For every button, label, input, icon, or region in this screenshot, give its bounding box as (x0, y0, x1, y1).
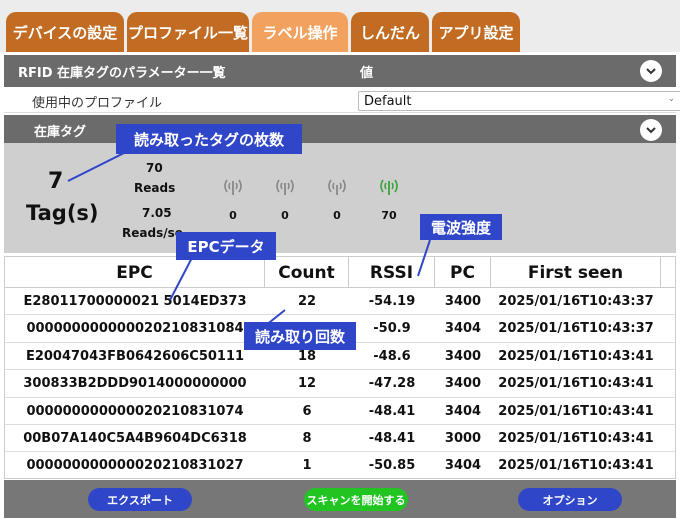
cell-epc: 00B07A140C5A4B9604DC6318 (23, 431, 247, 446)
reads-rate-label: Reads/se (122, 226, 183, 240)
tag-count: 7 (48, 169, 64, 194)
cell-rssi: -50.85 (368, 458, 416, 474)
params-header: RFID 在庫タグのパラメーター一覧 値 (4, 55, 676, 87)
footer-bar: エクスポート スキャンを開始する オプション (4, 480, 676, 518)
cell-epc: 000000000000020210831084 (26, 321, 244, 337)
column-header-count[interactable]: Count (265, 257, 349, 288)
cell-first-seen: 2025/01/16T10:43:41 (498, 458, 654, 474)
params-collapse-button[interactable] (640, 60, 662, 82)
cell-first-seen: 2025/01/16T10:43:37 (498, 294, 654, 309)
options-button[interactable]: オプション (518, 488, 622, 511)
inventory-title: 在庫タグ (34, 124, 87, 140)
cell-pc: 3000 (444, 431, 482, 446)
tab-diagnosis[interactable]: しんだん (351, 12, 429, 52)
chevron-down-icon (646, 127, 656, 134)
cell-epc: 000000000000020210831027 (26, 458, 244, 474)
inventory-collapse-button[interactable] (640, 119, 662, 141)
cell-count: 6 (302, 403, 312, 419)
cell-epc: E28011700000021 5014ED373 (23, 294, 247, 309)
table-row[interactable]: 000000000000020210831074 6 -48.41 3404 2025/… (5, 398, 675, 425)
tab-bar: デバイスの設定 プロファイル一覧 ラベル操作 しんだん アプリ設定 (0, 0, 680, 52)
profile-row: 使用中のプロファイル Default ⌄ (4, 89, 680, 113)
cell-first-seen: 2025/01/16T10:43:41 (498, 403, 654, 419)
cell-epc: E20047043FB0642606C50111 (25, 348, 245, 364)
signal-medium-icon (328, 179, 346, 195)
cell-count: 8 (302, 431, 312, 446)
params-title: RFID 在庫タグのパラメーター一覧 (18, 65, 226, 81)
profile-select-value: Default (364, 93, 412, 109)
signal-low-icon (276, 179, 294, 195)
tab-app-settings[interactable]: アプリ設定 (432, 12, 520, 52)
cell-first-seen: 2025/01/16T10:43:41 (498, 376, 654, 392)
tab-profile-list[interactable]: プロファイル一覧 (127, 12, 249, 52)
column-header-rssi[interactable]: RSSI (349, 257, 435, 288)
cell-pc: 3400 (444, 348, 482, 364)
column-header-epc[interactable]: EPC (5, 257, 265, 288)
signal-weak-icon (224, 179, 242, 195)
reads-count: 70 (146, 161, 163, 175)
cell-pc: 3404 (444, 458, 482, 474)
profile-select[interactable]: Default ⌄ (358, 91, 680, 111)
tag-table: EPC Count RSSI PC First seen E2801170000… (4, 256, 676, 479)
cell-first-seen: 2025/01/16T10:43:41 (498, 348, 654, 364)
column-header-pc[interactable]: PC (435, 257, 491, 288)
cell-pc: 3404 (444, 321, 482, 337)
cell-pc: 3400 (444, 294, 482, 309)
column-header-first-seen[interactable]: First seen (491, 257, 661, 288)
inventory-stats: 7 Tag(s) 70 Reads 7.05 Reads/se 0 0 0 70 (4, 143, 676, 253)
cell-first-seen: 2025/01/16T10:43:41 (498, 431, 654, 446)
cell-count: 12 (297, 376, 317, 392)
params-value-column: 値 (360, 65, 374, 81)
tag-unit: Tag(s) (26, 201, 99, 225)
inventory-header: 在庫タグ (4, 115, 676, 145)
cell-rssi: -48.41 (368, 431, 416, 446)
table-header: EPC Count RSSI PC First seen (5, 257, 675, 288)
cell-rssi: -47.28 (368, 376, 416, 392)
cell-epc: 000000000000020210831074 (26, 403, 244, 419)
callout-epc: EPCデータ (176, 232, 276, 260)
cell-epc: 300833B2DDD9014000000000 (23, 376, 247, 392)
cell-rssi: -48.41 (368, 403, 416, 419)
export-button[interactable]: エクスポート (88, 488, 192, 511)
start-scan-button[interactable]: スキャンを開始する (304, 488, 408, 511)
profile-label: 使用中のプロファイル (32, 96, 163, 111)
cell-rssi: -50.9 (373, 321, 411, 337)
tab-label-operations[interactable]: ラベル操作 (252, 12, 348, 52)
chevron-down-icon (646, 68, 656, 75)
signal-low-count: 0 (281, 209, 289, 222)
signal-strong-icon (380, 179, 398, 195)
table-row[interactable]: 300833B2DDD9014000000000 12 -47.28 3400 2025… (5, 370, 675, 398)
cell-pc: 3404 (444, 403, 482, 419)
callout-tag-count: 読み取ったタグの枚数 (116, 124, 302, 154)
reads-label: Reads (134, 181, 176, 195)
cell-rssi: -48.6 (373, 348, 411, 364)
chevron-down-icon: ⌄ (667, 94, 675, 104)
cell-rssi: -54.19 (368, 294, 416, 309)
cell-count: 22 (297, 294, 317, 309)
cell-first-seen: 2025/01/16T10:43:37 (498, 321, 654, 337)
table-row[interactable]: E28011700000021 5014ED373 22 -54.19 3400 202… (5, 288, 675, 316)
callout-count: 読み取り回数 (244, 322, 356, 350)
signal-weak-count: 0 (229, 209, 237, 222)
callout-rssi: 電波強度 (420, 214, 502, 240)
cell-count: 1 (302, 458, 312, 474)
tab-device-settings[interactable]: デバイスの設定 (6, 12, 124, 52)
cell-pc: 3400 (444, 376, 482, 392)
table-row[interactable]: 00B07A140C5A4B9604DC6318 8 -48.41 3000 2025/… (5, 425, 675, 453)
table-row[interactable]: 000000000000020210831027 1 -50.85 3404 2025/… (5, 452, 675, 478)
reads-rate: 7.05 (142, 206, 172, 220)
signal-strong-count: 70 (381, 209, 397, 222)
signal-medium-count: 0 (333, 209, 341, 222)
